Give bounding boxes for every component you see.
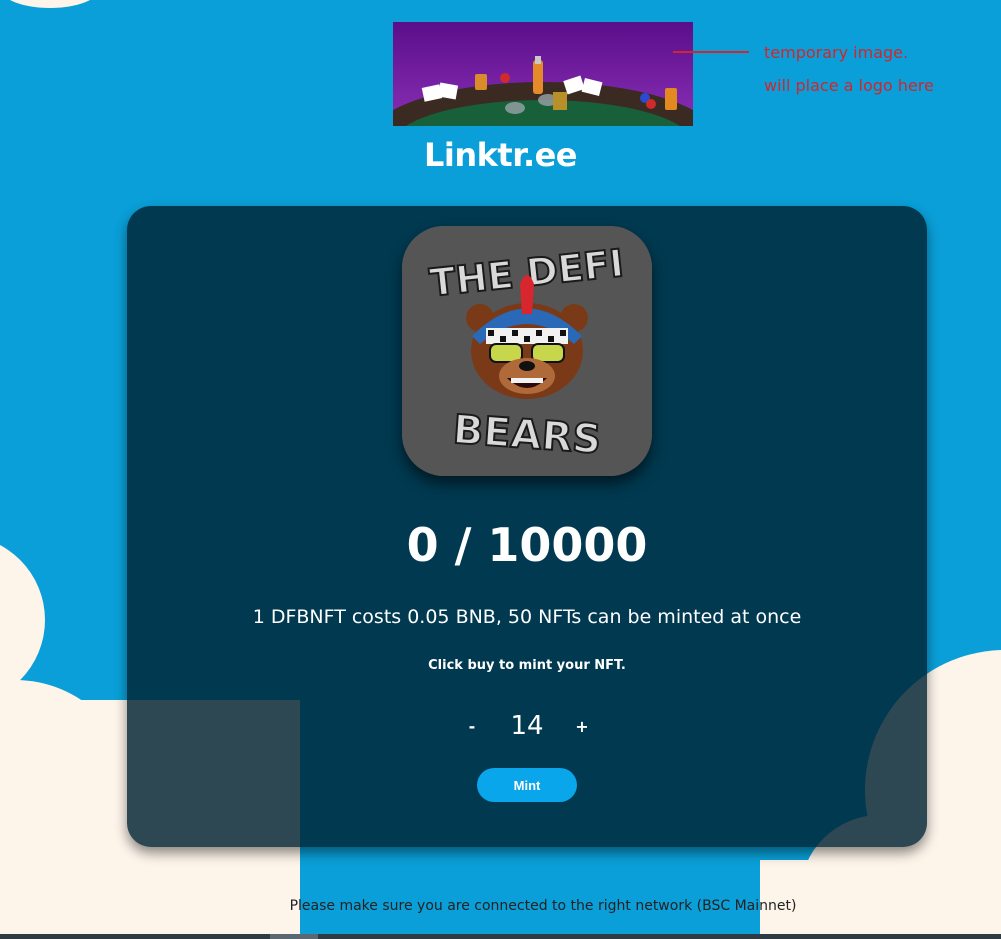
annotation-line: [673, 51, 749, 53]
mint-instruction: Click buy to mint your NFT.: [428, 658, 626, 673]
minted-count: 0 / 10000: [406, 518, 648, 572]
increment-button[interactable]: +: [570, 717, 594, 736]
banner-annotation-line-2: will place a logo here: [764, 76, 934, 95]
network-note: Please make sure you are connected to th…: [289, 898, 797, 914]
banner-image: [393, 22, 693, 126]
scrollbar-thumb[interactable]: [270, 934, 318, 939]
banner-annotation: temporary image. will place a logo here: [764, 36, 934, 102]
mint-card: THE DEFI BEARS 0 / 10000 1 DFBNFT costs …: [127, 206, 927, 847]
quantity-stepper: - 14 +: [127, 706, 927, 746]
collection-logo: THE DEFI BEARS: [402, 226, 652, 476]
site-title: Linktr.ee: [424, 136, 578, 174]
decrement-button[interactable]: -: [460, 717, 484, 736]
defi-bears-logo: THE DEFI BEARS: [402, 226, 652, 476]
mint-button[interactable]: Mint: [477, 768, 577, 802]
quantity-value: 14: [510, 711, 544, 741]
horizontal-scrollbar[interactable]: [0, 934, 1001, 939]
banner-annotation-line-1: temporary image.: [764, 43, 909, 62]
price-info: 1 DFBNFT costs 0.05 BNB, 50 NFTs can be …: [252, 606, 802, 628]
